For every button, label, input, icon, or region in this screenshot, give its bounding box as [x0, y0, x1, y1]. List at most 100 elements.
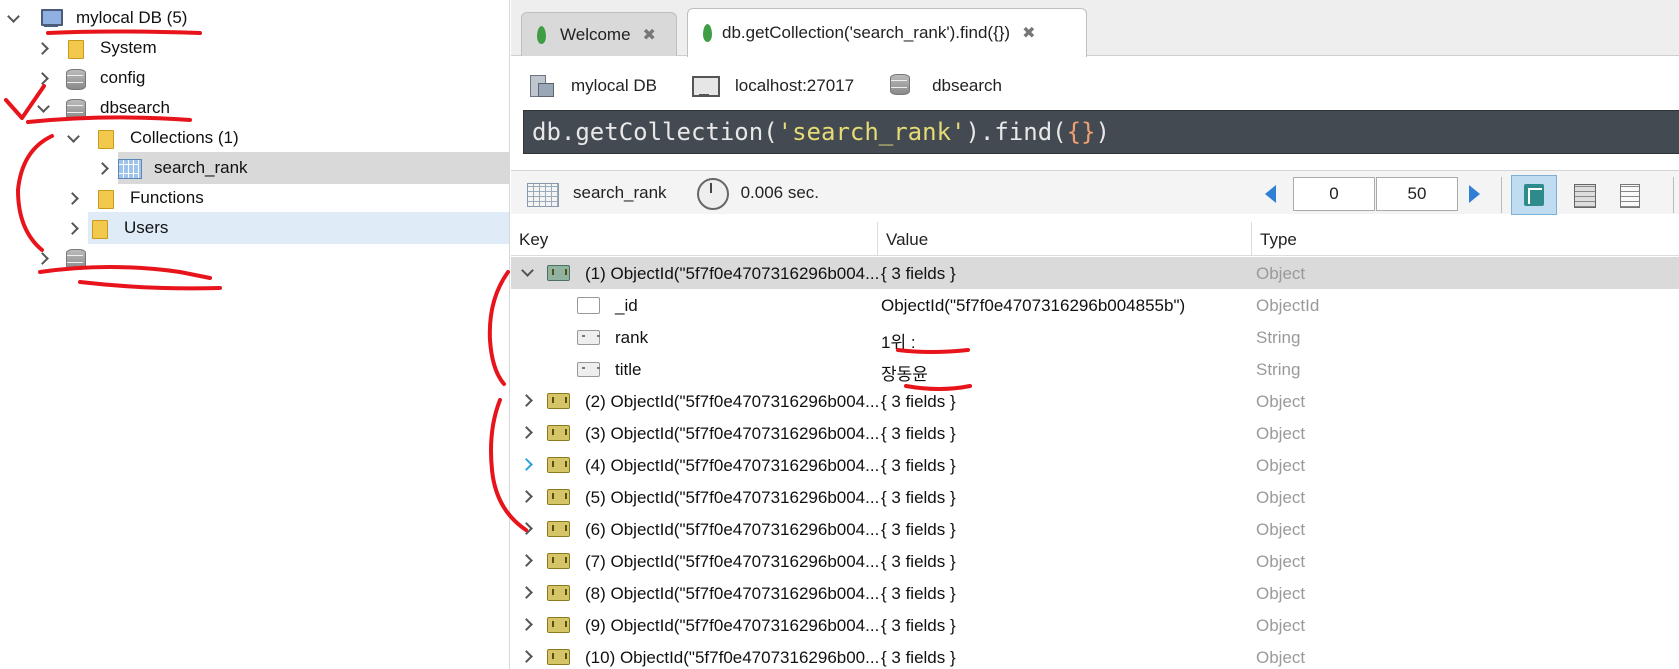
text-view-button[interactable] [1606, 175, 1652, 215]
close-icon[interactable]: ✖ [1022, 23, 1035, 43]
objectid-icon [577, 297, 600, 314]
row-key: rank [615, 328, 649, 347]
table-row[interactable]: (8) ObjectId("5f7f0e4707316296b004... { … [511, 577, 1679, 609]
row-type: String [1256, 360, 1301, 379]
query-text: ).find( [965, 118, 1067, 146]
table-row[interactable]: title 장동윤 String [511, 353, 1679, 385]
tree-item-obscured-db[interactable] [0, 242, 509, 274]
tab-label: Welcome [560, 24, 631, 44]
row-type: Object [1256, 488, 1306, 507]
table-row[interactable]: _id ObjectId("5f7f0e4707316296b004855b")… [511, 289, 1679, 321]
chevron-right-icon[interactable] [36, 41, 50, 55]
chevron-right-icon[interactable] [521, 427, 533, 439]
chevron-right-icon[interactable] [521, 459, 533, 471]
chevron-right-icon[interactable] [36, 71, 50, 85]
tree-item-search-rank[interactable]: search_rank [118, 152, 509, 184]
table-row[interactable]: (7) ObjectId("5f7f0e4707316296b004... { … [511, 545, 1679, 577]
tree-item-dbsearch[interactable]: dbsearch [0, 92, 509, 124]
query-text: db.getCollection( [532, 118, 778, 146]
tree-item-functions[interactable]: Functions [0, 182, 509, 214]
table-icon [118, 158, 142, 179]
page-start-input[interactable]: 0 [1293, 177, 1375, 211]
table-view-button[interactable] [1561, 175, 1607, 215]
row-key: (8) ObjectId("5f7f0e4707316296b004... [585, 584, 880, 603]
chevron-down-icon[interactable] [36, 101, 50, 115]
chevron-down-icon[interactable] [521, 267, 533, 279]
query-editor[interactable]: db.getCollection('search_rank').find({}) [523, 110, 1679, 154]
tree-item-users[interactable]: Users [88, 212, 509, 244]
tree-item-label: mylocal DB (5) [76, 8, 188, 27]
chevron-right-icon[interactable] [96, 161, 110, 175]
database-icon [888, 73, 914, 99]
folder-icon [88, 218, 110, 239]
column-header-key[interactable]: Key [519, 230, 548, 250]
database-icon [64, 248, 86, 270]
chevron-right-icon[interactable] [521, 587, 533, 599]
row-value: { 3 fields } [881, 552, 956, 571]
object-icon [547, 553, 570, 569]
table-row[interactable]: (1) ObjectId("5f7f0e4707316296b004... { … [511, 257, 1679, 289]
chevron-right-icon[interactable] [521, 395, 533, 407]
table-row[interactable]: (5) ObjectId("5f7f0e4707316296b004... { … [511, 481, 1679, 513]
close-icon[interactable]: ✖ [643, 25, 656, 45]
server-icon [527, 73, 554, 99]
toolbar-divider [1673, 177, 1674, 213]
tree-item-label: search_rank [154, 158, 248, 177]
chevron-right-icon[interactable] [521, 523, 533, 535]
query-braces: {} [1066, 118, 1096, 146]
chevron-right-icon[interactable] [66, 221, 80, 235]
tab-query[interactable]: db.getCollection('search_rank').find({})… [687, 8, 1087, 57]
row-value: { 3 fields } [881, 456, 956, 475]
tree-view-button[interactable] [1511, 175, 1557, 215]
row-value: ObjectId("5f7f0e4707316296b004855b") [881, 296, 1186, 315]
tab-welcome[interactable]: Welcome ✖ [521, 12, 677, 56]
next-page-icon[interactable] [1469, 185, 1480, 203]
chevron-right-icon[interactable] [66, 191, 80, 205]
table-row[interactable]: rank 1위 : String [511, 321, 1679, 353]
query-time: 0.006 sec. [740, 182, 820, 202]
table-row[interactable]: (9) ObjectId("5f7f0e4707316296b004... { … [511, 609, 1679, 641]
chevron-right-icon[interactable] [521, 555, 533, 567]
row-key: _id [615, 296, 638, 315]
row-key: title [615, 360, 642, 379]
chevron-right-icon[interactable] [521, 651, 533, 663]
chevron-right-icon[interactable] [521, 619, 533, 631]
table-row[interactable]: (10) ObjectId("5f7f0e4707316296b00... { … [511, 641, 1679, 669]
chevron-down-icon[interactable] [6, 11, 20, 25]
tree-item-system[interactable]: System [0, 32, 509, 64]
row-value: { 3 fields } [881, 584, 956, 603]
tree-item-collections[interactable]: Collections (1) [0, 122, 509, 154]
row-type: String [1256, 328, 1301, 347]
host-icon [691, 73, 720, 99]
row-value: { 3 fields } [881, 648, 956, 667]
row-type: Object [1256, 584, 1306, 603]
column-divider[interactable] [877, 222, 878, 256]
row-key: (1) ObjectId("5f7f0e4707316296b004... [585, 264, 880, 283]
connection-database: dbsearch [932, 76, 1002, 95]
chevron-right-icon[interactable] [36, 251, 50, 265]
chevron-down-icon[interactable] [66, 131, 80, 145]
object-icon [547, 265, 570, 281]
column-divider[interactable] [1251, 222, 1252, 256]
chevron-right-icon[interactable] [521, 491, 533, 503]
row-value: { 3 fields } [881, 488, 956, 507]
table-view-icon [1573, 183, 1596, 208]
connection-tree-sidebar: mylocal DB (5) System config dbsearch Co… [0, 0, 510, 669]
column-header-value[interactable]: Value [886, 230, 928, 250]
table-row[interactable]: (2) ObjectId("5f7f0e4707316296b004... { … [511, 385, 1679, 417]
tree-view-icon [1523, 183, 1545, 207]
table-row[interactable]: (4) ObjectId("5f7f0e4707316296b004... { … [511, 449, 1679, 481]
result-collection-name: search_rank [573, 182, 667, 202]
previous-page-icon[interactable] [1265, 185, 1276, 203]
row-type: Object [1256, 392, 1306, 411]
table-row[interactable]: (6) ObjectId("5f7f0e4707316296b004... { … [511, 513, 1679, 545]
column-header-type[interactable]: Type [1260, 230, 1297, 250]
row-value: { 3 fields } [881, 616, 956, 635]
query-panel: Welcome ✖ db.getCollection('search_rank'… [511, 0, 1679, 669]
page-size-input[interactable]: 50 [1376, 177, 1458, 211]
object-icon [547, 617, 570, 633]
row-type: Object [1256, 264, 1306, 283]
tree-item-config[interactable]: config [0, 62, 509, 94]
tree-item-mylocal-db[interactable]: mylocal DB (5) [0, 2, 509, 34]
table-row[interactable]: (3) ObjectId("5f7f0e4707316296b004... { … [511, 417, 1679, 449]
